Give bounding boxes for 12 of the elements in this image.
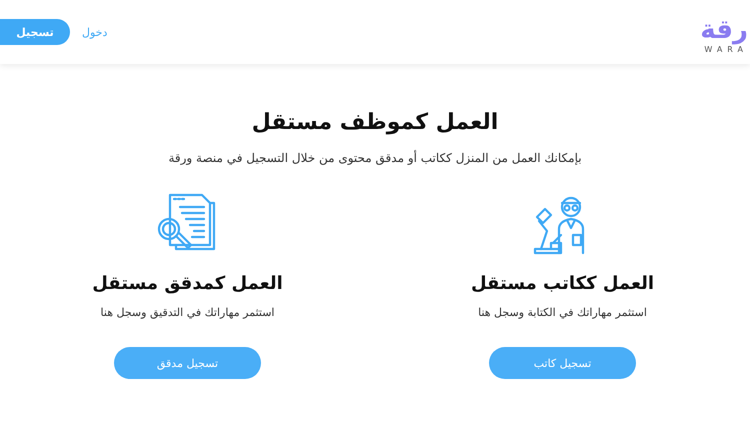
card-title: العمل ككاتب مستقل (470, 273, 654, 294)
page-title: العمل كموظف مستقل (252, 110, 498, 135)
card-title: العمل كمدقق مستقل (92, 273, 283, 294)
logo-subtitle: WARA (704, 44, 748, 54)
writer-register-button[interactable]: تسجيل كاتب (489, 347, 636, 379)
logo-text[interactable]: رقة (700, 16, 748, 42)
card-description: استثمر مهاراتك في التدقيق وسجل هنا (100, 306, 274, 319)
login-link[interactable]: دخول (82, 26, 108, 38)
register-button[interactable]: تسجيل (0, 19, 70, 45)
proofreader-register-button[interactable]: تسجيل مدقق (114, 347, 261, 379)
page-subtitle: بإمكانك العمل من المنزل ككاتب أو مدقق محتوى من خلال التسجيل في منصة ورقة (168, 151, 582, 165)
card-description: استثمر مهاراتك في الكتابة وسجل هنا (478, 306, 647, 319)
